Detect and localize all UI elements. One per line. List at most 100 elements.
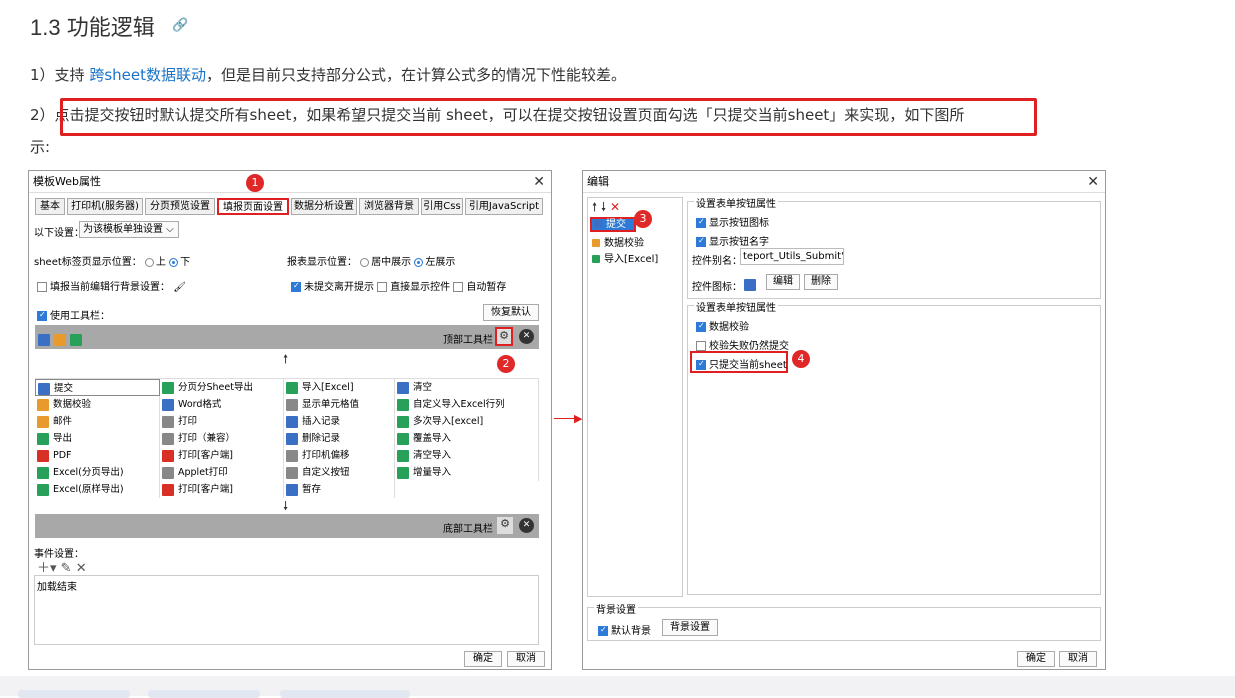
radio-bottom[interactable] [169, 257, 179, 267]
edit-ok-button[interactable]: 确定 [1017, 651, 1055, 667]
floppy-icon [744, 274, 760, 293]
grid-cell-clear-import[interactable]: 清空导入 [395, 447, 539, 464]
tab-printer[interactable]: 打印机(服务器) [67, 198, 143, 215]
unsubmitted-checkbox[interactable] [291, 281, 301, 292]
fill-bg-row: 填报当前编辑行背景设置： 🖌 [37, 278, 186, 293]
link-icon[interactable]: 🔗 [172, 18, 188, 33]
grid-cell-printer-offset[interactable]: 打印机偏移 [284, 447, 395, 464]
show-name-checkbox[interactable] [696, 236, 706, 247]
form-group-title: 设置表单按钮属性 [694, 299, 778, 314]
top-toolbar-label: 顶部工具栏 [443, 335, 493, 346]
move-down-icon[interactable]: 🠗 [601, 200, 606, 214]
cancel-button[interactable]: 取消 [507, 651, 545, 667]
dialog-title: 模板Web属性 [29, 171, 551, 193]
settings-value: 为该模板单独设置 [83, 224, 163, 235]
radio-left[interactable] [414, 257, 424, 267]
tab-fill-page[interactable]: 填报页面设置 [217, 198, 289, 215]
bottom-pill-3[interactable] [280, 690, 410, 698]
grid-cell-export[interactable]: 导出 [35, 430, 160, 447]
delete-icon[interactable]: ✕ [76, 561, 87, 576]
grid-cell-temp-save[interactable]: 暂存 [284, 481, 395, 498]
grid-cell-import[interactable]: 导入[Excel] [284, 379, 395, 396]
bottom-pill-1[interactable] [18, 690, 130, 698]
tree-item-verify[interactable]: 数据校验 [592, 234, 644, 249]
tab-data-analysis[interactable]: 数据分析设置 [291, 198, 357, 215]
tree-delete-icon[interactable]: ✕ [610, 200, 620, 214]
grid-cell-applet[interactable]: Applet打印 [160, 464, 284, 481]
grid-cell-excel-page[interactable]: Excel(分页导出) [35, 464, 160, 481]
bg-settings-button[interactable]: 背景设置 [662, 619, 718, 636]
grid-cell-multi-import[interactable]: 多次导入[excel] [395, 413, 539, 430]
grid-cell-sheet-export[interactable]: 分页分Sheet导出 [160, 379, 284, 396]
arrow-up-icon[interactable]: 🠕 [283, 350, 288, 371]
edit-cancel-button[interactable]: 取消 [1059, 651, 1097, 667]
grid-cell-cover-import[interactable]: 覆盖导入 [395, 430, 539, 447]
grid-cell-print-compat[interactable]: 打印（兼容） [160, 430, 284, 447]
icon-delete-button[interactable]: 删除 [804, 274, 838, 290]
edit-icon[interactable]: ✎ [61, 561, 72, 576]
grid-cell-mail[interactable]: 邮件 [35, 413, 160, 430]
grid-cell-print[interactable]: 打印 [160, 413, 284, 430]
remove-icon[interactable]: ✕ [519, 329, 534, 344]
tab-basic[interactable]: 基本 [35, 198, 65, 215]
grid-cell-insert[interactable]: 插入记录 [284, 413, 395, 430]
opt-center-label: 居中展示 [371, 257, 412, 268]
default-bg-row: 默认背景 [598, 622, 651, 637]
close-icon[interactable]: ✕ [533, 174, 545, 190]
bottom-remove-icon[interactable]: ✕ [519, 518, 534, 533]
grid-cell-show-value[interactable]: 显示单元格值 [284, 396, 395, 413]
alias-input[interactable]: teport_Utils_Submit')} [740, 248, 844, 265]
cross-sheet-link[interactable]: 跨sheet数据联动 [89, 66, 206, 84]
edit-close-icon[interactable]: ✕ [1087, 174, 1099, 190]
single-button-group: 设置表单按钮属性 显示按钮图标 显示按钮名字 控件别名： teport_Util… [687, 195, 1101, 299]
gear-icon[interactable]: ⚙ [495, 327, 513, 346]
grid-cell-print-client[interactable]: 打印[客户端] [160, 447, 284, 464]
fill-bg-checkbox[interactable] [37, 282, 47, 292]
icon-edit-button[interactable]: 编辑 [766, 274, 800, 290]
edit-dialog-title: 编辑 [583, 171, 1105, 193]
show-icon-checkbox[interactable] [696, 217, 706, 228]
data-verify-label: 数据校验 [709, 322, 749, 333]
move-up-icon[interactable]: 🠕 [592, 200, 597, 214]
grid-cell-custom[interactable]: 自定义按钮 [284, 464, 395, 481]
data-verify-row: 数据校验 [696, 318, 749, 333]
grid-cell-word[interactable]: Word格式 [160, 396, 284, 413]
grid-cell-print-client-2[interactable]: 打印[客户端] [160, 481, 284, 498]
use-toolbar-label: 使用工具栏： [50, 311, 110, 322]
background-group: 背景设置 默认背景 背景设置 [587, 601, 1101, 641]
grid-cell-delete[interactable]: 删除记录 [284, 430, 395, 447]
data-verify-checkbox[interactable] [696, 321, 706, 332]
radio-top[interactable] [144, 257, 154, 267]
only-current-checkbox[interactable] [696, 359, 706, 370]
grid-cell-pdf[interactable]: PDF [35, 447, 160, 464]
tree-item-import[interactable]: 导入[Excel] [592, 250, 658, 265]
fail-submit-row: 校验失败仍然提交 [696, 337, 789, 352]
add-icon[interactable]: ＋▾ [37, 561, 57, 576]
grid-cell-custom-import[interactable]: 自定义导入Excel行列 [395, 396, 539, 413]
paragraph-1: 1）支持 跨sheet数据联动，但是目前只支持部分公式，在计算公式多的情况下性能… [30, 64, 1210, 86]
radio-center[interactable] [360, 257, 370, 267]
event-item[interactable]: 加载结束 [35, 576, 538, 595]
default-bg-checkbox[interactable] [598, 625, 608, 636]
settings-select[interactable]: 为该模板单独设置 ⌵ [79, 221, 179, 238]
auto-save-checkbox[interactable] [453, 282, 464, 292]
bottom-gear-icon[interactable]: ⚙ [497, 517, 513, 534]
grid-cell-incr-import[interactable]: 增量导入 [395, 464, 539, 481]
tree-item-submit[interactable]: 提交 [590, 217, 636, 232]
opt-bottom-label: 下 [180, 257, 191, 268]
tab-browser-bg[interactable]: 浏览器背景 [359, 198, 419, 215]
ok-button[interactable]: 确定 [464, 651, 502, 667]
direct-show-checkbox[interactable] [377, 282, 388, 292]
grid-cell-clear[interactable]: 清空 [395, 379, 539, 396]
grid-cell-verify[interactable]: 数据校验 [35, 396, 160, 413]
grid-cell-submit[interactable]: 提交 [35, 379, 160, 396]
grid-cell-excel-orig[interactable]: Excel(原样导出) [35, 481, 160, 498]
tab-javascript[interactable]: 引用JavaScript [465, 198, 543, 215]
restore-default-button[interactable]: 恢复默认 [483, 304, 539, 321]
fail-submit-checkbox[interactable] [696, 341, 706, 351]
bottom-pill-2[interactable] [148, 690, 260, 698]
tab-page-preview[interactable]: 分页预览设置 [145, 198, 215, 215]
tab-css[interactable]: 引用Css [421, 198, 463, 215]
use-toolbar-checkbox[interactable] [37, 310, 47, 321]
paint-bucket-icon[interactable]: 🖌 [173, 282, 186, 293]
